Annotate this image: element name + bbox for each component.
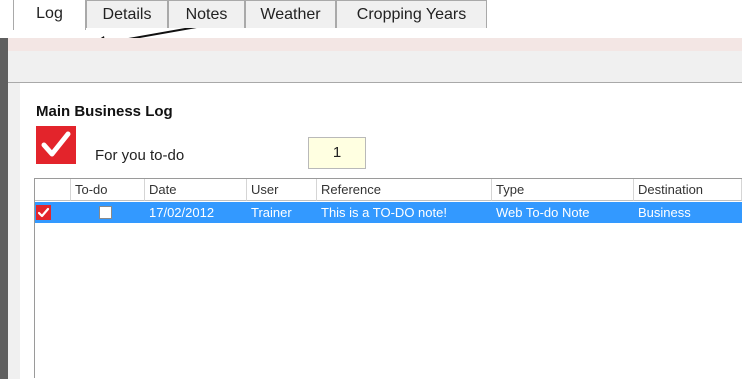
for-you-todo-label: For you to-do	[95, 147, 185, 164]
cell-date: 17/02/2012	[149, 205, 215, 220]
window-left-border	[0, 38, 8, 379]
cell-type: Web To-do Note	[496, 205, 590, 220]
cell-user: Trainer	[251, 205, 292, 220]
tab-cropping-years[interactable]: Cropping Years	[336, 0, 487, 28]
cell-destination: Business	[638, 205, 691, 220]
column-header-type[interactable]: Type	[492, 179, 634, 201]
tab-weather[interactable]: Weather	[245, 0, 336, 28]
column-header-reference[interactable]: Reference	[317, 179, 492, 201]
red-check-icon	[36, 126, 76, 164]
tab-notes[interactable]: Notes	[168, 0, 245, 28]
section-title: Main Business Log	[36, 103, 173, 120]
title-strip	[8, 38, 742, 51]
column-header-destination[interactable]: Destination	[634, 179, 742, 201]
tab-details[interactable]: Details	[86, 0, 168, 28]
column-header-status[interactable]	[35, 179, 71, 201]
tab-log[interactable]: Log	[13, 0, 86, 30]
column-header-user[interactable]: User	[247, 179, 317, 201]
column-header-date[interactable]: Date	[145, 179, 247, 201]
red-check-icon	[36, 205, 51, 220]
todo-count-field: 1	[308, 137, 366, 169]
cell-reference: This is a TO-DO note!	[321, 205, 447, 220]
todo-checkbox[interactable]	[99, 206, 112, 219]
column-header-todo[interactable]: To-do	[71, 179, 145, 201]
